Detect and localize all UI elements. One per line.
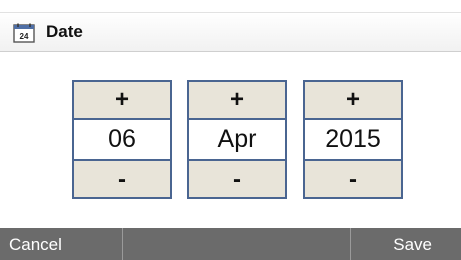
year-decrement-button[interactable]: - (305, 161, 401, 197)
day-decrement-button[interactable]: - (74, 161, 170, 197)
month-spinner: + Apr - (187, 80, 287, 199)
bottom-bar: Cancel Save (0, 228, 461, 260)
year-value: 2015 (305, 118, 401, 161)
day-value: 06 (74, 118, 170, 161)
page-title: Date (46, 22, 83, 41)
calendar-icon: 24 (13, 23, 35, 43)
month-decrement-button[interactable]: - (189, 161, 285, 197)
title-bar: 24 Date (0, 12, 461, 52)
bottom-bar-spacer (123, 228, 350, 260)
calendar-icon-text: 24 (20, 32, 29, 41)
day-increment-button[interactable]: + (74, 82, 170, 118)
year-increment-button[interactable]: + (305, 82, 401, 118)
day-spinner: + 06 - (72, 80, 172, 199)
month-increment-button[interactable]: + (189, 82, 285, 118)
cancel-button[interactable]: Cancel (0, 228, 123, 260)
year-spinner: + 2015 - (303, 80, 403, 199)
month-value: Apr (189, 118, 285, 161)
save-button[interactable]: Save (350, 228, 461, 260)
